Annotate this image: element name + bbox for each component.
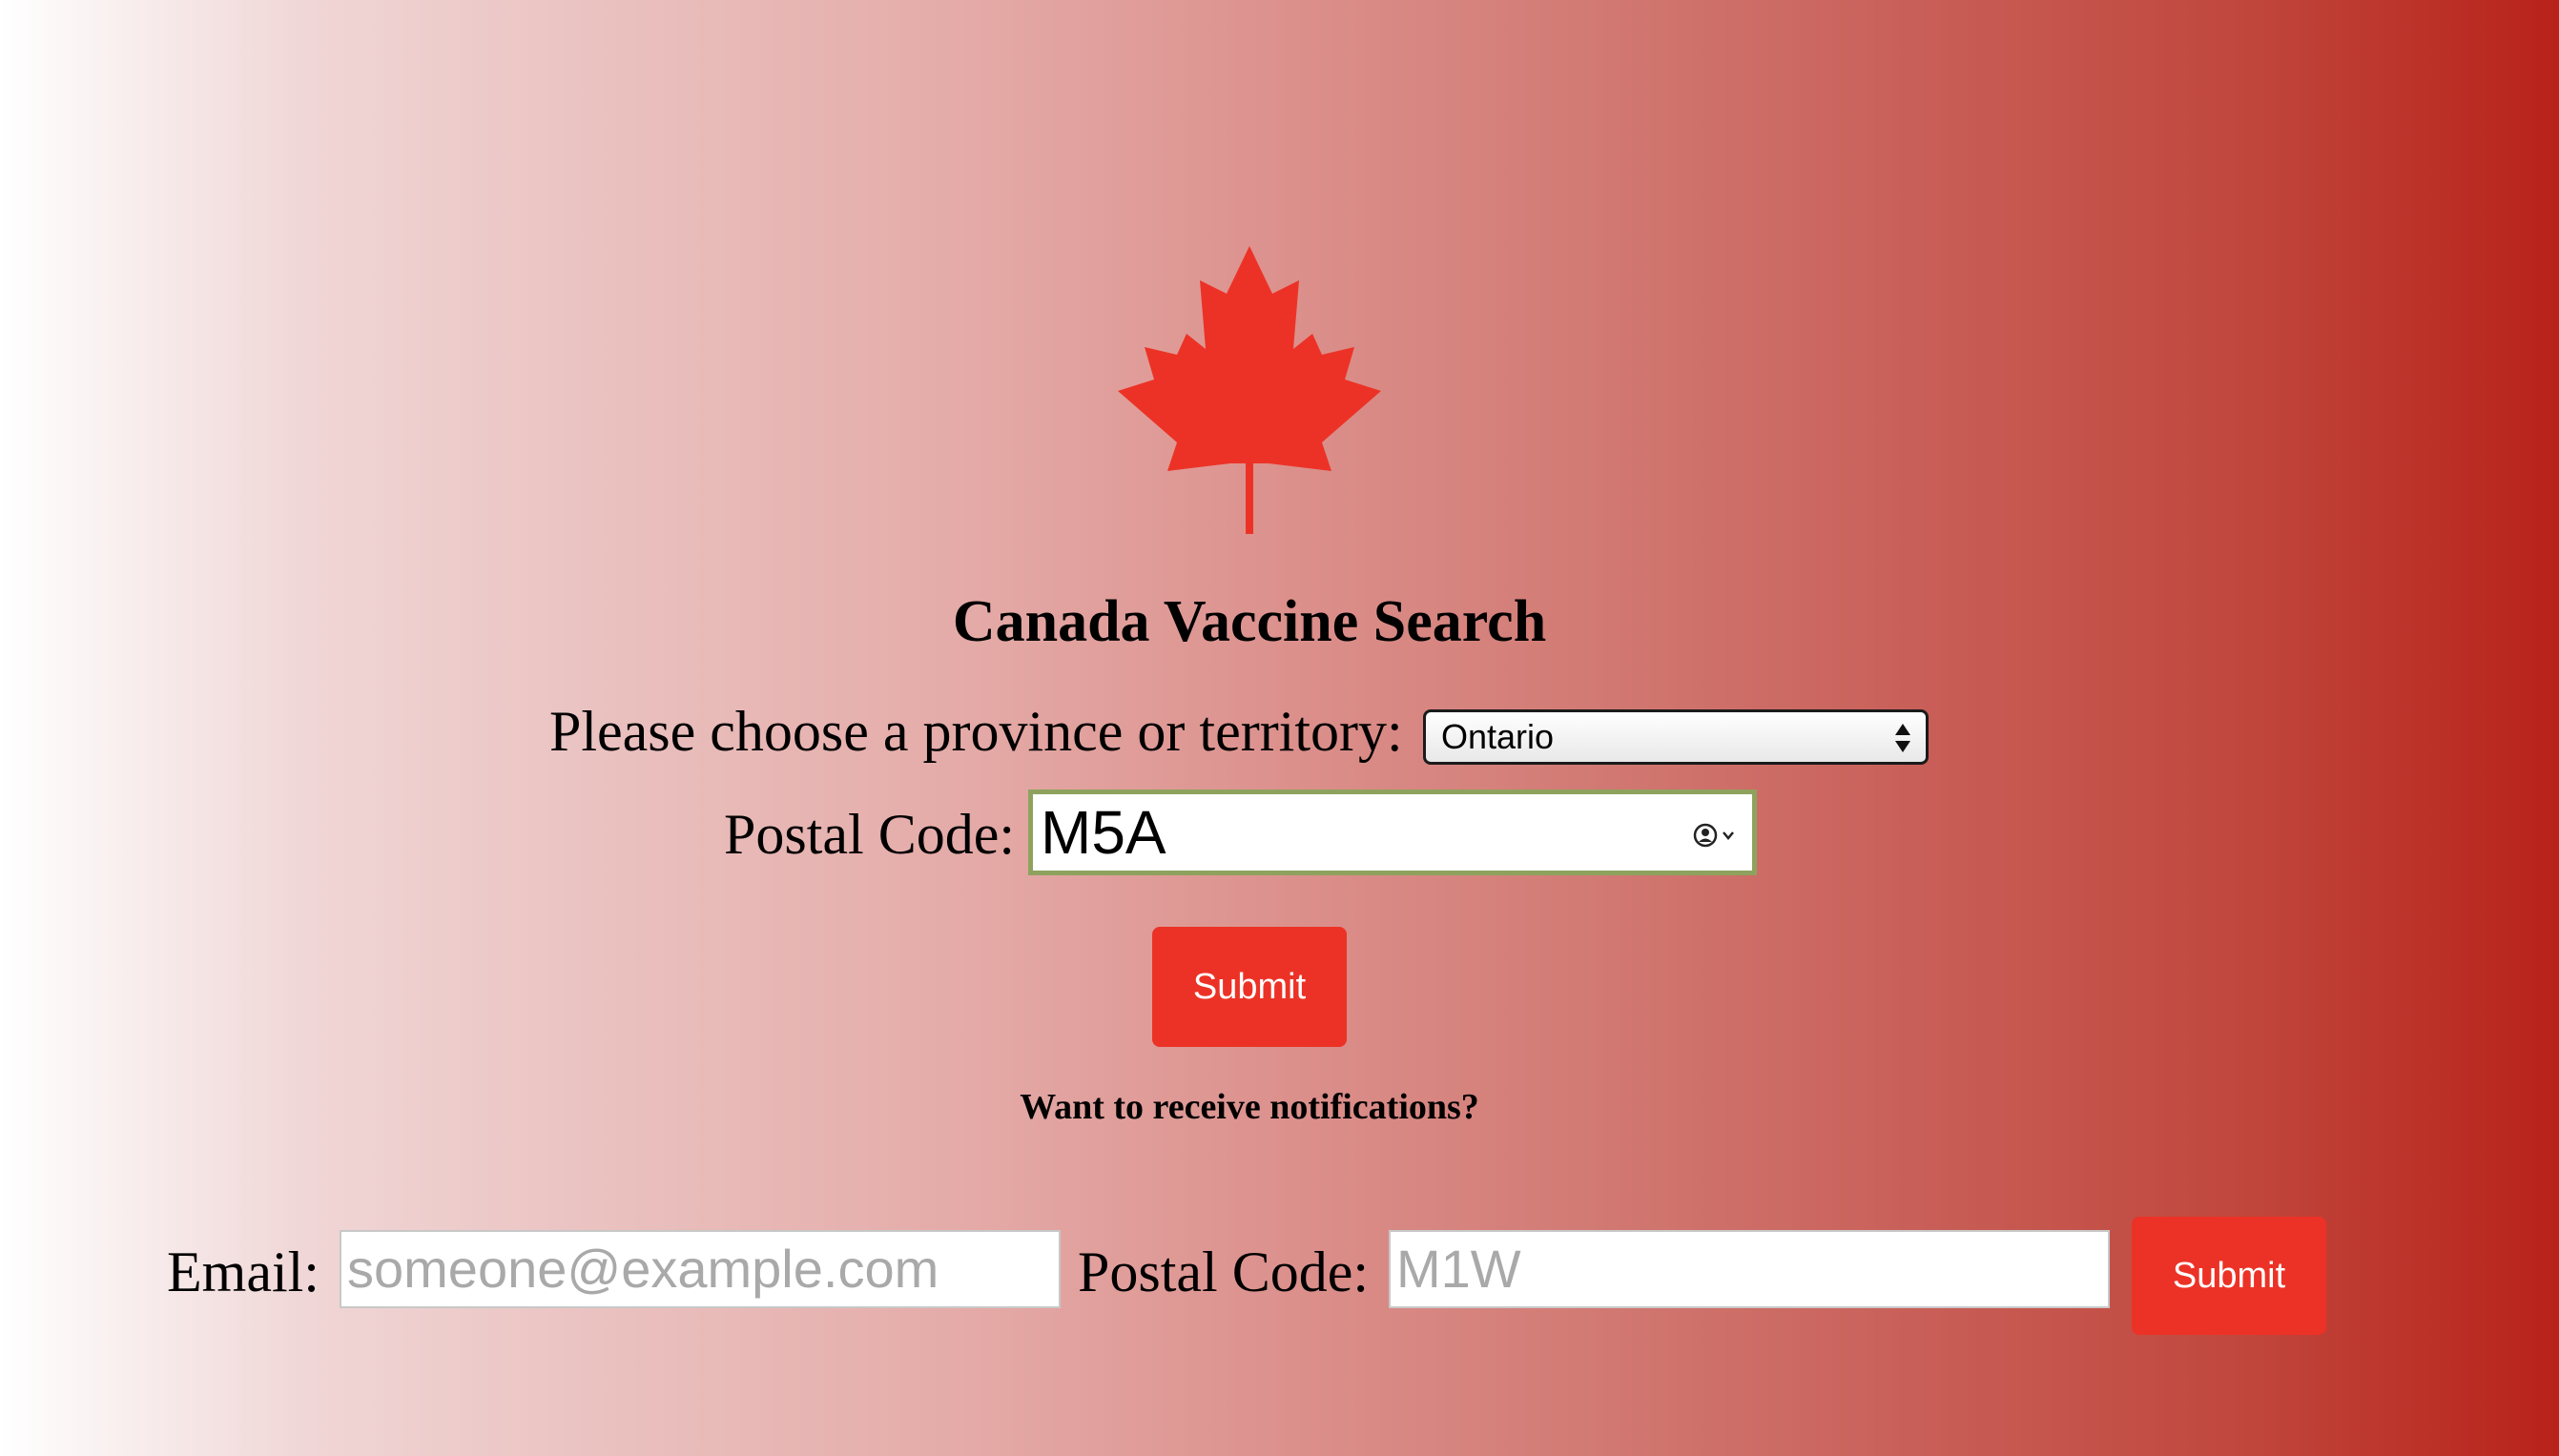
province-label: Please choose a province or territory:: [549, 700, 1403, 763]
postal-code-input[interactable]: M5A: [1028, 790, 1757, 875]
notify-postal-code-input[interactable]: M1W: [1389, 1230, 2110, 1308]
province-select[interactable]: Ontario: [1423, 709, 1929, 765]
maple-leaf-icon: [1118, 246, 1381, 534]
postal-code-label: Postal Code:: [724, 803, 1016, 866]
notify-submit-button[interactable]: Submit: [2132, 1217, 2326, 1335]
email-label: Email:: [167, 1241, 320, 1303]
notifications-heading: Want to receive notifications?: [1020, 1087, 1479, 1127]
postal-code-value: M5A: [1041, 798, 1166, 867]
page-title: Canada Vaccine Search: [952, 589, 1547, 654]
contact-autofill-icon[interactable]: [1691, 821, 1739, 850]
select-arrows-icon: [1895, 724, 1910, 752]
search-submit-button[interactable]: Submit: [1152, 927, 1347, 1047]
email-input[interactable]: someone@example.com: [340, 1230, 1061, 1308]
province-select-value: Ontario: [1441, 717, 1555, 756]
notify-postal-code-label: Postal Code:: [1078, 1241, 1370, 1303]
